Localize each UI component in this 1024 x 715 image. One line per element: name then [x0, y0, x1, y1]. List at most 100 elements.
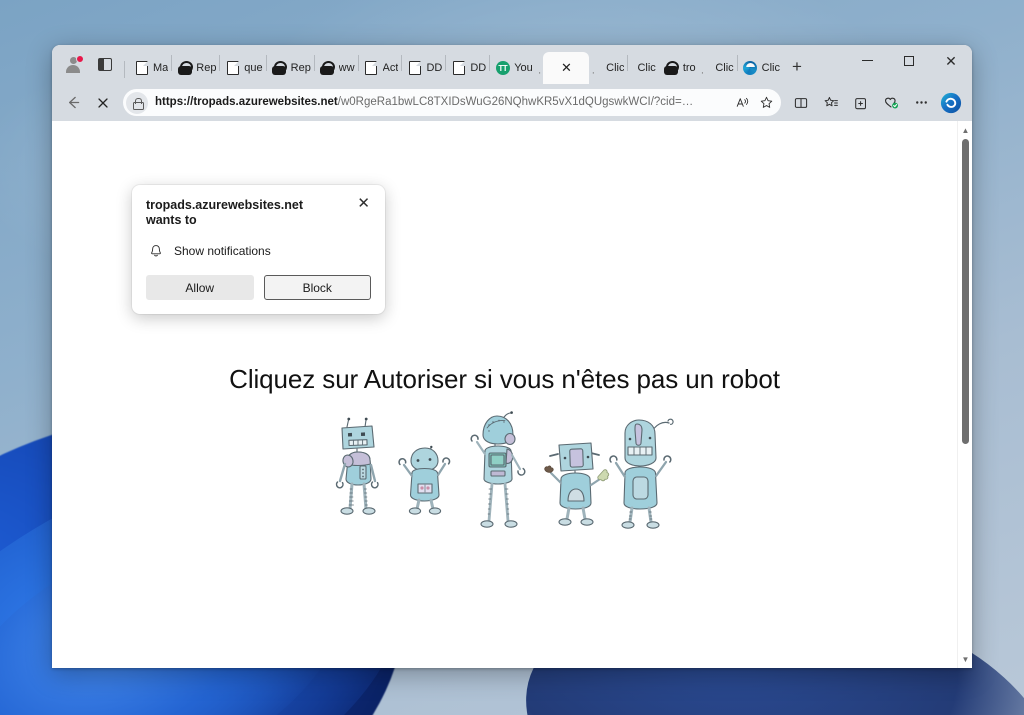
- browser-tab[interactable]: Ma: [129, 52, 171, 84]
- tab-list: Ma Rep que Rep ww Act DD DD TT You · ✕ ·…: [129, 45, 846, 84]
- robot-4: [543, 442, 609, 526]
- stop-loading-icon: [98, 97, 108, 108]
- back-button[interactable]: [58, 89, 88, 117]
- maximize-button[interactable]: [888, 45, 930, 76]
- site-information-button[interactable]: [126, 91, 148, 114]
- tab-title: DD: [426, 62, 443, 74]
- tab-title: Clic: [715, 62, 734, 74]
- browser-tab[interactable]: que: [220, 52, 265, 84]
- url-text: https://tropads.azurewebsites.net/w0RgeR…: [155, 95, 730, 110]
- tab-title: tro: [682, 62, 696, 74]
- stop-loading-button[interactable]: [88, 89, 118, 117]
- address-bar[interactable]: https://tropads.azurewebsites.net/w0RgeR…: [123, 89, 781, 116]
- document-icon: [364, 60, 379, 76]
- url-domain: https://tropads.azurewebsites.net: [155, 96, 338, 108]
- vertical-scrollbar[interactable]: ▲ ▼: [957, 121, 972, 668]
- scroll-down-arrow-icon[interactable]: ▼: [958, 652, 972, 666]
- robot-1: [335, 417, 379, 515]
- tab-title: Ma: [153, 62, 169, 74]
- profile-button[interactable]: [58, 51, 88, 79]
- document-icon: [134, 60, 149, 76]
- browser-tab[interactable]: Act: [359, 52, 402, 84]
- edge-icon: [743, 61, 758, 76]
- tab-title: You: [514, 62, 533, 74]
- browser-tab[interactable]: Rep: [267, 52, 314, 84]
- favorites-list-icon: [824, 96, 838, 106]
- settings-and-more-button[interactable]: [906, 89, 936, 117]
- copilot-button[interactable]: [936, 89, 966, 117]
- split-screen-button[interactable]: [786, 89, 816, 117]
- close-dialog-button[interactable]: ✕: [356, 196, 371, 211]
- document-icon: [225, 60, 240, 76]
- browser-tab[interactable]: Rep: [172, 52, 219, 84]
- tab-title: Rep: [196, 62, 217, 74]
- browser-tab[interactable]: ww: [315, 52, 358, 84]
- notification-permission-dialog: tropads.azurewebsites.net wants to ✕ Sho…: [132, 185, 385, 314]
- dialog-title: tropads.azurewebsites.net wants to: [146, 198, 303, 227]
- lock-icon: [320, 61, 336, 76]
- tab-title: Clic: [606, 62, 625, 74]
- browser-tab[interactable]: Clic: [706, 52, 736, 84]
- tab-title: Clic: [761, 62, 781, 74]
- tab-overflow-dot: ·: [591, 67, 596, 79]
- browser-tab[interactable]: Clic: [597, 52, 627, 84]
- lock-icon: [664, 61, 680, 76]
- add-favorite-button[interactable]: [754, 91, 778, 114]
- robot-5: [608, 418, 674, 529]
- permission-request-row: Show notifications: [146, 243, 371, 259]
- permission-label: Show notifications: [174, 244, 271, 258]
- tab-strip: Ma Rep que Rep ww Act DD DD TT You · ✕ ·…: [52, 45, 972, 84]
- browser-window: Ma Rep que Rep ww Act DD DD TT You · ✕ ·…: [52, 45, 972, 668]
- browser-tab[interactable]: DD: [446, 52, 489, 84]
- collections-button[interactable]: [846, 89, 876, 117]
- web-page: Cliquez sur Autoriser si vous n'êtes pas…: [52, 121, 957, 668]
- read-aloud-button[interactable]: [730, 91, 754, 114]
- allow-button[interactable]: Allow: [146, 275, 254, 300]
- browser-tab[interactable]: TT You: [490, 52, 536, 84]
- settings-and-more-ellipsis-icon: [915, 101, 927, 104]
- tab-actions-menu-icon: [98, 58, 112, 71]
- browser-tab[interactable]: Clic: [628, 52, 658, 84]
- browser-tab[interactable]: DD: [402, 52, 445, 84]
- scroll-up-arrow-icon[interactable]: ▲: [958, 123, 972, 137]
- browser-essentials-icon: [884, 97, 898, 109]
- browser-tab[interactable]: Clic: [738, 52, 783, 84]
- dialog-header: tropads.azurewebsites.net wants to ✕: [146, 196, 371, 228]
- lock-icon: [177, 61, 193, 76]
- desktop: Ma Rep que Rep ww Act DD DD TT You · ✕ ·…: [0, 0, 1024, 715]
- close-tab-icon[interactable]: ✕: [558, 60, 574, 76]
- tab-actions-button[interactable]: [90, 51, 120, 79]
- dialog-buttons: Allow Block: [146, 275, 371, 300]
- tab-title: DD: [470, 62, 487, 74]
- browser-tab-active[interactable]: ✕: [543, 52, 590, 84]
- window-controls: ✕: [846, 45, 972, 84]
- five-cartoon-robots-illustration: [325, 411, 685, 551]
- robot-3: [470, 411, 525, 528]
- scroll-thumb[interactable]: [962, 139, 969, 444]
- browser-essentials-button[interactable]: [876, 89, 906, 117]
- tab-title: Rep: [290, 62, 311, 74]
- tab-title: Clic: [637, 62, 656, 74]
- site-information-lock-icon: [132, 97, 144, 110]
- read-aloud-icon: [736, 97, 748, 107]
- document-icon: [451, 60, 466, 76]
- url-path: /w0RgeRa1bwLC8TXIDsWuG26NQhwKR5vX1dQUgsw…: [337, 96, 694, 108]
- notification-badge-icon: [76, 54, 84, 63]
- new-tab-button[interactable]: +: [783, 53, 811, 81]
- navigation-toolbar: https://tropads.azurewebsites.net/w0RgeR…: [52, 84, 972, 121]
- tiktok-icon: TT: [495, 61, 510, 76]
- robots-svg: [335, 411, 674, 529]
- favorites-button[interactable]: [816, 89, 846, 117]
- minimize-button[interactable]: [846, 45, 888, 76]
- block-button[interactable]: Block: [263, 275, 371, 300]
- page-title: Cliquez sur Autoriser si vous n'êtes pas…: [229, 364, 780, 394]
- close-window-button[interactable]: ✕: [930, 45, 972, 76]
- browser-tab[interactable]: tro: [659, 52, 699, 84]
- tab-strip-left-controls: [52, 45, 129, 84]
- add-favorite-star-icon: [760, 96, 772, 108]
- back-arrow-icon: [68, 96, 79, 109]
- collections-icon: [855, 97, 866, 109]
- divider: [124, 61, 125, 78]
- notification-bell-icon: [148, 243, 164, 259]
- robot-2: [397, 445, 450, 515]
